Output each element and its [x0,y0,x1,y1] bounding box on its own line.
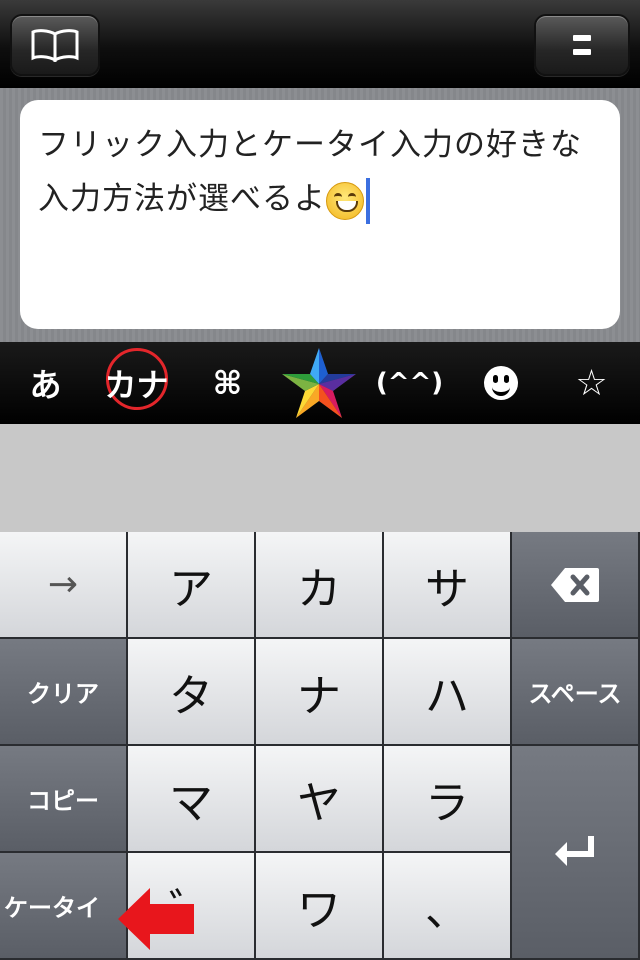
key-punctuation[interactable]: 、 [384,853,512,960]
red-annotation-arrow-icon [118,888,194,950]
key-sa[interactable]: サ [384,532,512,639]
tab-symbol[interactable]: ⌘ [182,342,273,424]
book-icon [31,29,79,62]
text-caret [366,177,370,224]
editor-area: フリック入力とケータイ入力の好きな入力方法が選べるよ [0,88,640,342]
key-wa[interactable]: ワ [256,853,384,960]
return-icon [555,836,594,866]
key-ta[interactable]: タ [128,639,256,746]
backspace-key[interactable] [512,532,640,639]
cursor-right-key[interactable]: → [0,532,128,639]
clear-key[interactable]: クリア [0,639,128,746]
tab-star-app[interactable] [273,342,364,424]
candidate-area [0,424,640,532]
bookmarks-button[interactable] [10,14,100,76]
menu-button[interactable] [534,14,630,76]
text-input-area[interactable]: フリック入力とケータイ入力の好きな入力方法が選べるよ [20,100,620,329]
space-key[interactable]: スペース [512,639,640,746]
input-mode-toolbar: あ カナ ⌘ (^^) ☆ [0,342,640,424]
input-text: フリック入力とケータイ入力の好きな入力方法が選べるよ [38,127,582,217]
key-na[interactable]: ナ [256,639,384,746]
menu-icon [573,35,591,55]
keyboard: → クリア コピー ケータイ ア カ サ タ ナ ハ マ ヤ ラ ゛ ワ 、 ス… [0,532,640,960]
backspace-icon [551,567,599,602]
tab-favorites[interactable]: ☆ [546,342,637,424]
top-bar [0,0,640,88]
return-key[interactable] [512,746,640,960]
key-a[interactable]: ア [128,532,256,639]
key-ka[interactable]: カ [256,532,384,639]
star-app-icon [281,348,356,418]
grinning-face-emoji-icon [326,181,364,220]
copy-key[interactable]: コピー [0,746,128,853]
tab-hiragana[interactable]: あ [0,342,91,424]
tab-kaomoji[interactable]: (^^) [364,342,455,424]
tab-katakana[interactable]: カナ [91,342,182,424]
key-ha[interactable]: ハ [384,639,512,746]
smiley-icon [483,366,518,400]
key-ra[interactable]: ラ [384,746,512,853]
key-ya[interactable]: ヤ [256,746,384,853]
key-ma[interactable]: マ [128,746,256,853]
keitai-mode-key[interactable]: ケータイ [0,853,128,960]
tab-emoji[interactable] [455,342,546,424]
